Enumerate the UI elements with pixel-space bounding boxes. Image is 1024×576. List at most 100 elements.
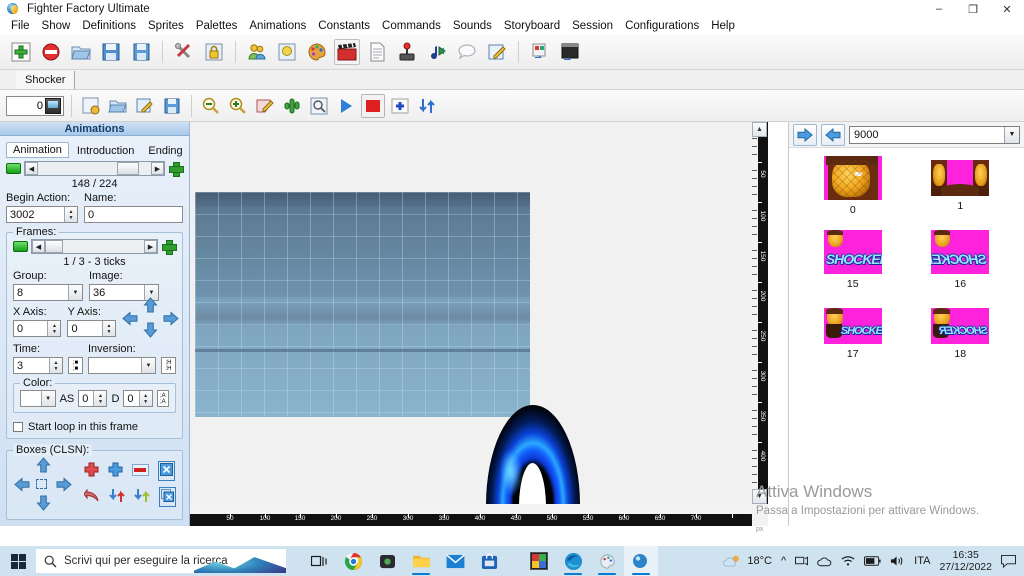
frame-scroll-thumb[interactable]	[45, 240, 63, 253]
close-character-button[interactable]	[38, 39, 64, 65]
swap-button[interactable]	[415, 94, 439, 118]
menu-animations[interactable]: Animations	[243, 18, 312, 34]
color-copy-icon[interactable]: ;A ;A	[156, 390, 169, 407]
as-spinbox[interactable]: 0 ▲ ▼	[78, 390, 108, 407]
zoom-in-button[interactable]	[226, 94, 250, 118]
tray-expand-button[interactable]: ^	[781, 555, 786, 567]
delete-all-boxes-button[interactable]	[159, 487, 176, 507]
add-frame-button[interactable]	[161, 239, 177, 255]
weather-widget[interactable]: 18°C	[723, 554, 772, 569]
scroll-thumb[interactable]	[117, 162, 139, 175]
onedrive-icon[interactable]	[817, 556, 832, 567]
menu-definitions[interactable]: Definitions	[76, 18, 142, 34]
sprite-item[interactable]: SHOCKER 17	[799, 304, 907, 360]
menu-session[interactable]: Session	[566, 18, 619, 34]
animation-index-spinbox[interactable]	[6, 95, 64, 116]
menu-commands[interactable]: Commands	[376, 18, 447, 34]
sprites-button[interactable]	[274, 39, 300, 65]
palettes-button[interactable]	[304, 39, 330, 65]
edit-animation-button[interactable]	[133, 94, 157, 118]
frame-scroll-right-arrow[interactable]: ▶	[144, 240, 157, 253]
menu-sounds[interactable]: Sounds	[447, 18, 498, 34]
sprite-thumbnail[interactable]	[931, 160, 990, 196]
d-stepper[interactable]: ▲ ▼	[138, 391, 152, 406]
y-axis-value[interactable]: 0	[68, 323, 101, 335]
as-value[interactable]: 0	[79, 393, 93, 405]
chevron-down-icon[interactable]: ▼	[40, 391, 55, 406]
sprite-item[interactable]: SHOCKER 18	[907, 304, 1015, 360]
chevron-down-icon[interactable]: ▼	[68, 285, 82, 300]
language-indicator[interactable]: ITA	[914, 555, 930, 567]
move-box-down-button[interactable]	[35, 494, 52, 514]
paint-button[interactable]	[590, 546, 624, 576]
undo-box-button[interactable]	[83, 488, 100, 506]
begin-action-stepper[interactable]: ▲ ▼	[64, 207, 77, 222]
d-spinbox[interactable]: 0 ▲ ▼	[123, 390, 153, 407]
x-axis-spinbox[interactable]: 0 ▲ ▼	[13, 320, 62, 337]
swap-red-box-button[interactable]	[109, 488, 125, 506]
add-animation-button[interactable]	[168, 161, 184, 177]
session-button[interactable]	[484, 39, 510, 65]
resize-box-button[interactable]	[132, 463, 149, 479]
edge-button[interactable]	[556, 546, 590, 576]
color-combo[interactable]: ▼	[20, 390, 56, 407]
commands-button[interactable]	[394, 39, 420, 65]
d-value[interactable]: 0	[124, 393, 138, 405]
time-spinbox[interactable]: 3 ▲ ▼	[13, 357, 63, 374]
move-box-right-button[interactable]	[55, 476, 72, 496]
x-axis-value[interactable]: 0	[14, 323, 47, 335]
mail-button[interactable]	[438, 546, 472, 576]
box-select-icon[interactable]	[36, 479, 47, 489]
sprite-item[interactable]: 1	[907, 156, 1015, 216]
menu-configurations[interactable]: Configurations	[619, 18, 705, 34]
chrome-button[interactable]	[336, 546, 370, 576]
volume-icon[interactable]	[890, 555, 905, 567]
menu-storyboard[interactable]: Storyboard	[498, 18, 566, 34]
add-button[interactable]	[388, 94, 412, 118]
sprite-thumbnail[interactable]: SHOCKER	[823, 230, 882, 274]
sprite-item[interactable]: 0	[799, 156, 907, 216]
sprite-thumbnail[interactable]: SHOCKER	[931, 230, 990, 274]
devices-icon[interactable]	[795, 555, 809, 567]
animation-canvas[interactable]	[190, 122, 752, 504]
add-blue-box-button[interactable]	[108, 462, 123, 480]
save-animation-button[interactable]	[160, 94, 184, 118]
scroll-left-arrow[interactable]: ◀	[25, 162, 38, 175]
begin-action-value[interactable]: 3002	[7, 209, 64, 221]
move-box-left-button[interactable]	[14, 476, 31, 496]
menu-constants[interactable]: Constants	[312, 18, 376, 34]
taskbar-clock[interactable]: 16:35 27/12/2022	[939, 549, 992, 573]
frame-scroll-left-arrow[interactable]: ◀	[32, 240, 45, 253]
store-button[interactable]	[472, 546, 506, 576]
remove-animation-button[interactable]	[6, 163, 21, 174]
move-box-up-button[interactable]	[35, 457, 52, 477]
image-value[interactable]: 36	[90, 287, 144, 299]
play-button[interactable]	[334, 94, 358, 118]
tab-animation[interactable]: Animation	[6, 142, 69, 158]
time-stepper[interactable]: ▲ ▼	[49, 358, 62, 373]
monitor-icon[interactable]	[45, 97, 61, 114]
time-copy-icon[interactable]: ;■ ;■	[68, 357, 83, 374]
notification-center-button[interactable]	[1001, 554, 1016, 568]
stop-button[interactable]	[361, 93, 385, 118]
save-as-button[interactable]	[128, 39, 154, 65]
sprite-thumbnail[interactable]	[823, 156, 882, 200]
export-button[interactable]	[527, 39, 553, 65]
zoom-out-button[interactable]	[199, 94, 223, 118]
sprites-prev-group-button[interactable]	[821, 123, 845, 146]
tab-ending[interactable]: Ending	[142, 144, 188, 158]
swap-green-box-button[interactable]	[134, 488, 150, 506]
constants-button[interactable]	[364, 39, 390, 65]
sprite-thumbnail[interactable]: SHOCKER	[823, 308, 882, 344]
storyboard-button[interactable]	[454, 39, 480, 65]
group-combo[interactable]: 8 ▼	[13, 284, 83, 301]
delete-box-button[interactable]	[158, 461, 175, 481]
add-red-box-button[interactable]	[84, 462, 99, 480]
console-button[interactable]	[557, 39, 583, 65]
chevron-down-icon[interactable]: ▼	[141, 358, 155, 373]
inversion-combo[interactable]: ▼	[88, 357, 156, 374]
group-value[interactable]: 8	[14, 287, 68, 299]
sprite-blue-torus[interactable]	[486, 405, 580, 504]
sprite-thumbnail[interactable]: SHOCKER	[931, 308, 990, 344]
start-loop-row[interactable]: Start loop in this frame	[13, 421, 176, 433]
